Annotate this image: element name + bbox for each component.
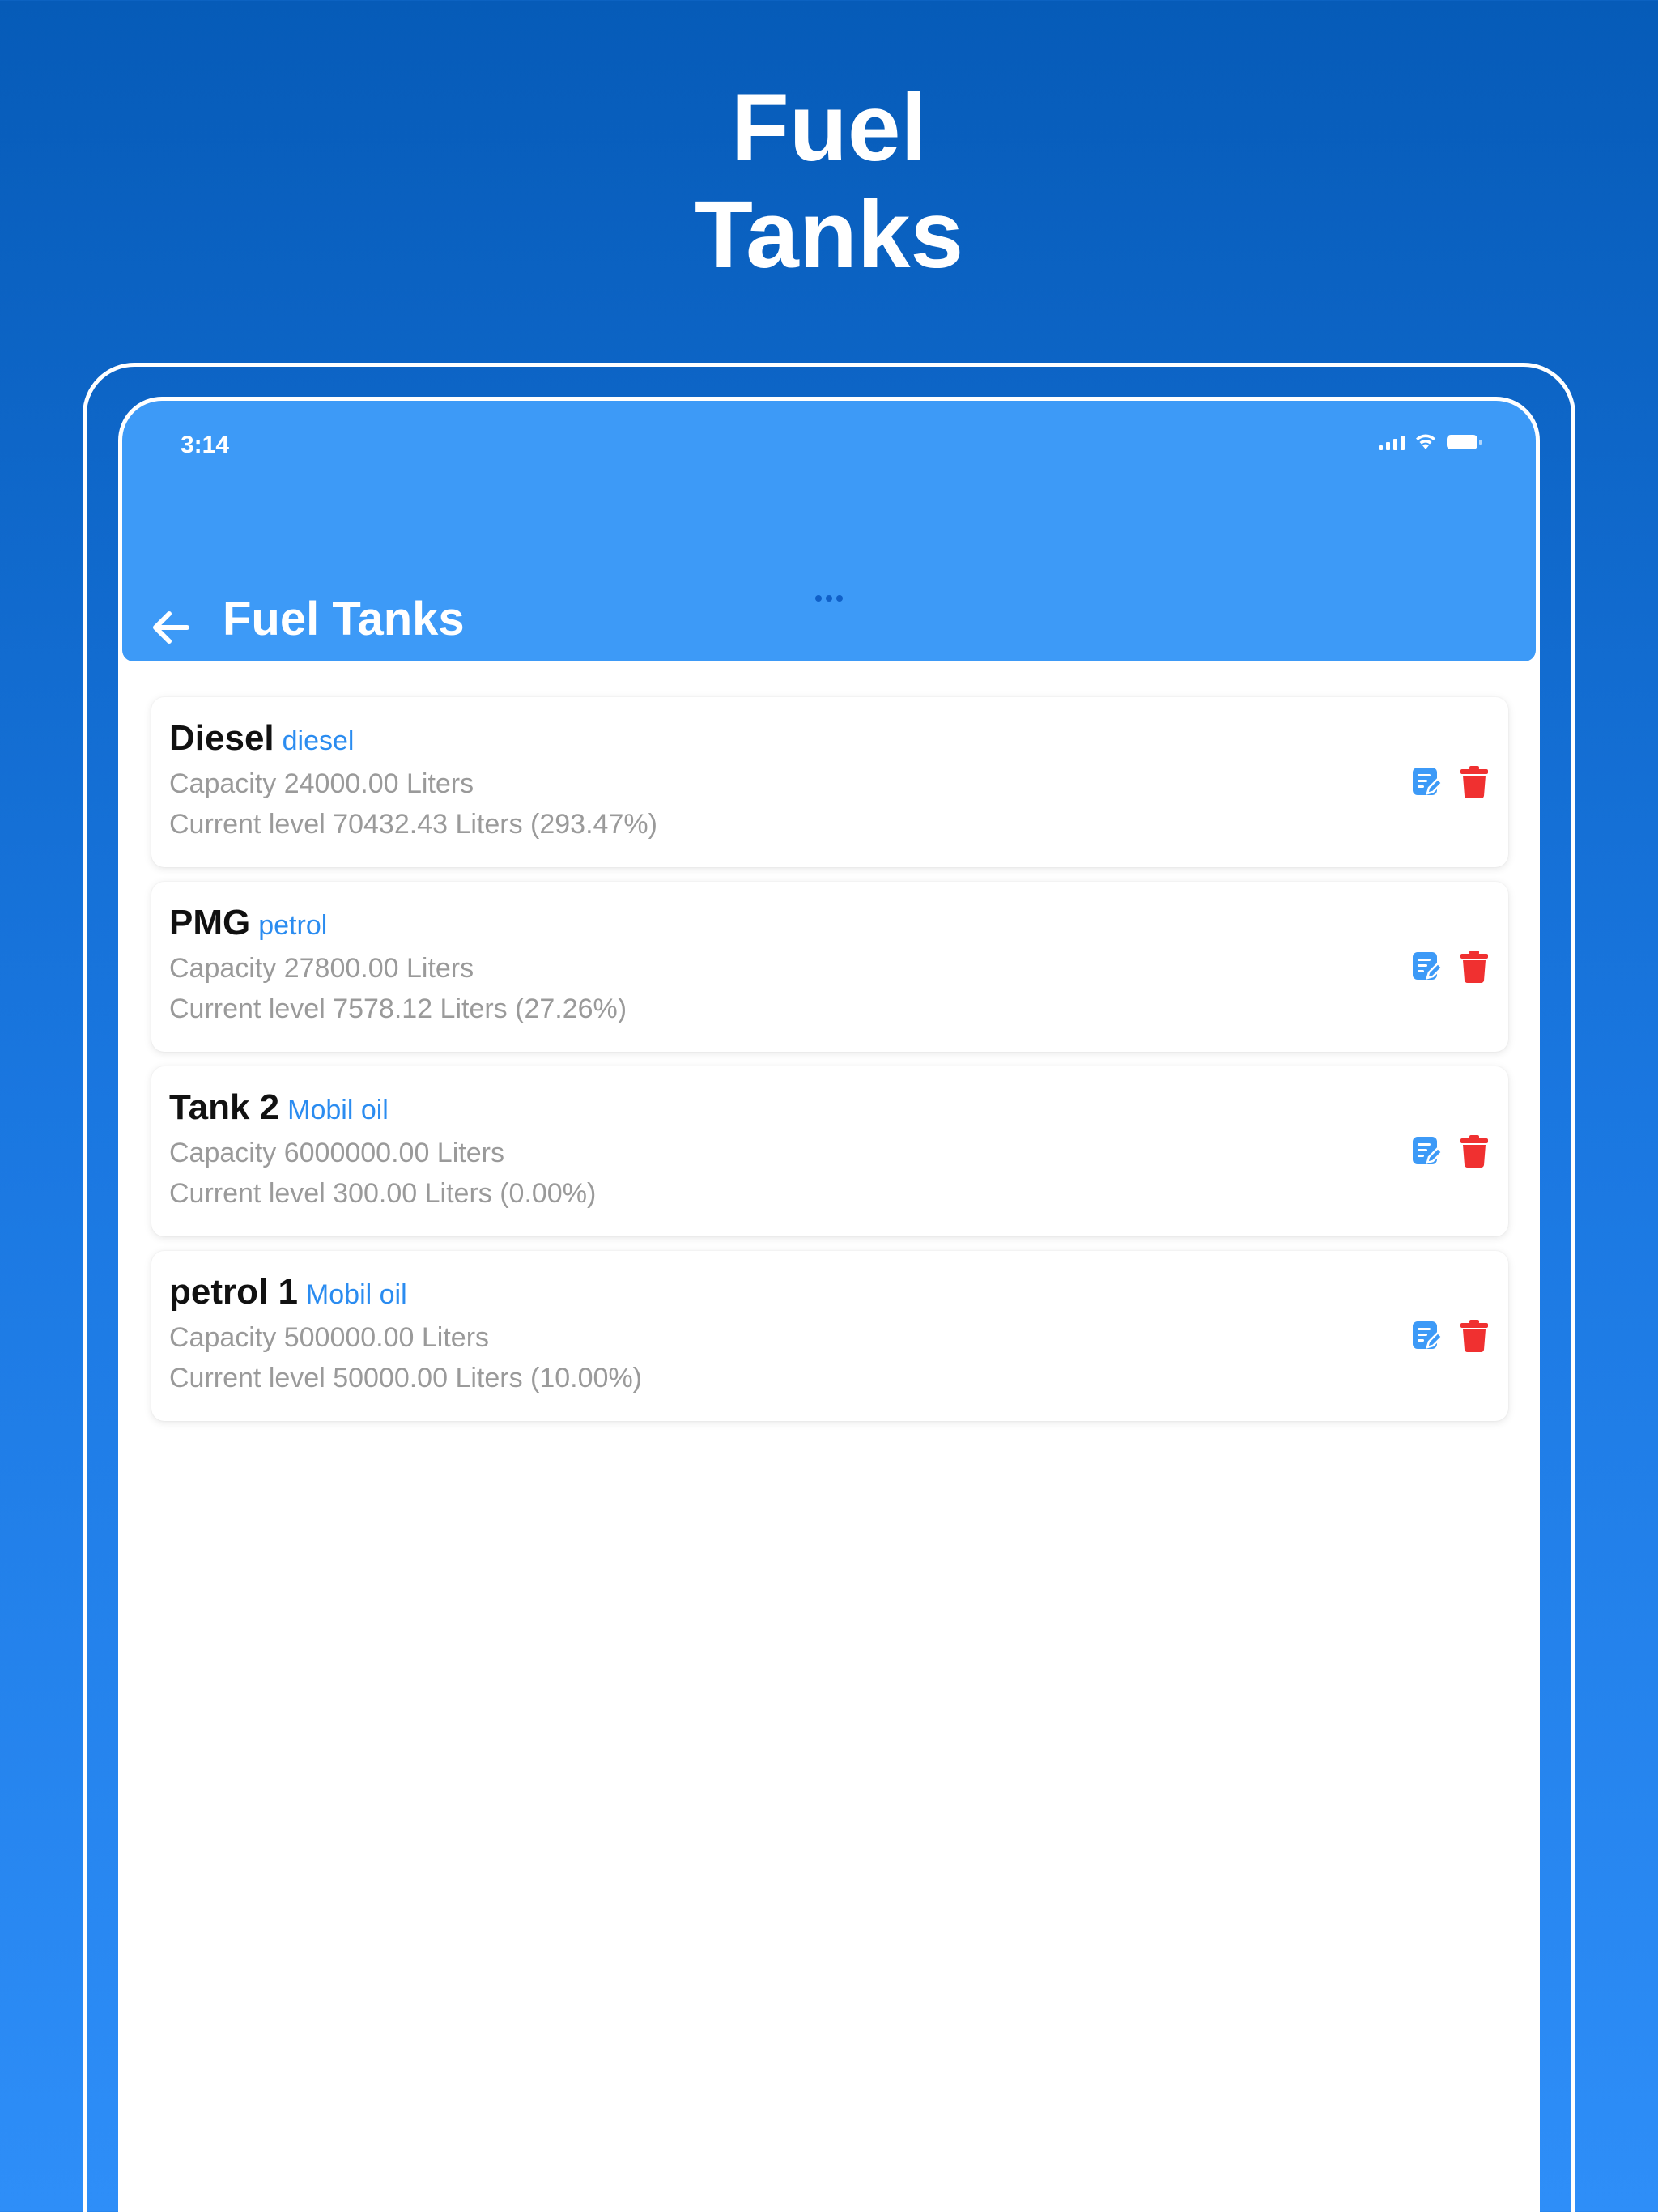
tank-capacity: Capacity 500000.00 Liters (169, 1322, 490, 1353)
edit-button[interactable] (1411, 1318, 1443, 1354)
trash-icon (1460, 1320, 1488, 1353)
tank-name: PMG (169, 903, 251, 942)
hero-title-line-2: Tanks (694, 181, 964, 288)
hero-title-line-1: Fuel (730, 74, 928, 181)
tank-name: Diesel (169, 718, 274, 758)
tank-capacity: Capacity 24000.00 Liters (169, 768, 474, 799)
page-title: Fuel Tanks (223, 593, 465, 645)
delete-button[interactable] (1458, 764, 1490, 800)
tank-current-level: Current level 7578.12 Liters (27.26%) (169, 993, 627, 1024)
tank-fuel-type: petrol (258, 910, 328, 941)
trash-icon (1460, 1135, 1488, 1168)
tank-current-level: Current level 50000.00 Liters (10.00%) (169, 1363, 642, 1393)
trash-icon (1460, 766, 1488, 799)
tank-card[interactable]: petrol 1 Mobil oil Capacity 500000.00 Li… (151, 1251, 1508, 1421)
tank-list: Diesel diesel Capacity 24000.00 Liters C… (151, 697, 1508, 1436)
tank-actions (1411, 1318, 1490, 1354)
edit-icon (1413, 952, 1443, 980)
status-icons (1379, 433, 1482, 451)
tank-card[interactable]: PMG petrol Capacity 27800.00 Liters Curr… (151, 882, 1508, 1052)
edit-button[interactable] (1411, 764, 1443, 800)
delete-button[interactable] (1458, 1134, 1490, 1169)
delete-button[interactable] (1458, 949, 1490, 985)
status-time: 3:14 (181, 432, 230, 458)
tank-actions (1411, 949, 1490, 985)
tank-fuel-type: Mobil oil (305, 1279, 407, 1310)
tank-actions (1411, 1134, 1490, 1169)
trash-icon (1460, 951, 1488, 984)
delete-button[interactable] (1458, 1318, 1490, 1354)
tank-name: Tank 2 (169, 1087, 280, 1127)
edit-icon (1413, 1321, 1443, 1349)
edit-button[interactable] (1411, 1134, 1443, 1169)
edit-icon (1413, 1137, 1443, 1164)
tank-actions (1411, 764, 1490, 800)
back-button[interactable] (138, 595, 203, 660)
arrow-left-icon (153, 611, 189, 644)
edit-icon (1413, 768, 1443, 795)
hero-title: Fuel Tanks (0, 74, 1658, 288)
device-screen: 3:14 Fuel Tanks Diesel diesel Capacity 2… (118, 397, 1540, 2212)
app-bar: 3:14 Fuel Tanks (122, 401, 1536, 661)
tank-capacity: Capacity 6000000.00 Liters (169, 1138, 504, 1168)
tank-card[interactable]: Tank 2 Mobil oil Capacity 6000000.00 Lit… (151, 1066, 1508, 1236)
drag-handle-icon[interactable] (815, 595, 843, 602)
wifi-icon (1416, 434, 1435, 449)
tank-capacity: Capacity 27800.00 Liters (169, 953, 474, 984)
signal-icon (1379, 434, 1405, 450)
tank-name: petrol 1 (169, 1272, 298, 1312)
tank-card[interactable]: Diesel diesel Capacity 24000.00 Liters C… (151, 697, 1508, 867)
edit-button[interactable] (1411, 949, 1443, 985)
battery-icon (1447, 435, 1482, 449)
tank-current-level: Current level 70432.43 Liters (293.47%) (169, 809, 657, 840)
tank-current-level: Current level 300.00 Liters (0.00%) (169, 1178, 597, 1209)
tank-fuel-type: Mobil oil (287, 1095, 389, 1125)
tank-fuel-type: diesel (282, 725, 355, 756)
